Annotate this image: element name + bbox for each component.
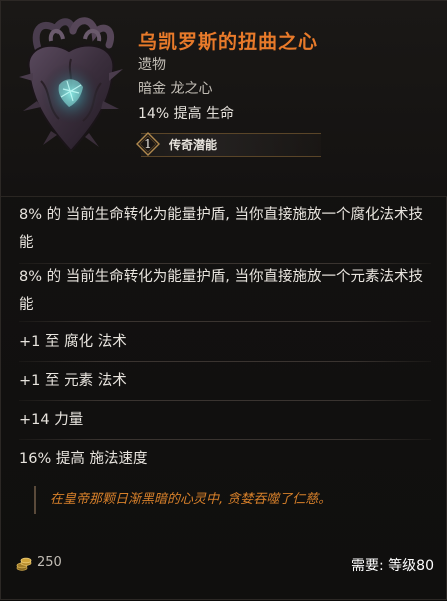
level-requirement-value: 80	[416, 558, 434, 574]
item-name: 乌凯罗斯的扭曲之心	[138, 31, 319, 53]
item-header: 乌凯罗斯的扭曲之心 遗物 暗金 龙之心 14% 提高 生命 1 传奇潜能	[1, 1, 447, 197]
item-subtype: 暗金 龙之心	[138, 81, 213, 97]
legendary-potential: 1 传奇潜能	[131, 131, 331, 157]
lore-text: 在皇帝那颗日渐黑暗的心灵中, 贪婪吞噬了仁慈。	[34, 486, 434, 514]
item-tooltip: 乌凯罗斯的扭曲之心 遗物 暗金 龙之心 14% 提高 生命 1 传奇潜能 8% …	[0, 0, 447, 600]
affix-divider	[19, 361, 431, 362]
affix-line: +1 至 腐化 法术	[19, 334, 127, 350]
affix-line: 16% 提高 施法速度	[19, 451, 148, 467]
affix-line: 8% 的 当前生命转化为能量护盾, 当你直接施放一个元素法术技能	[19, 269, 423, 313]
item-implicit-stat: 14% 提高 生命	[138, 106, 235, 122]
affix-divider	[19, 439, 431, 440]
item-footer: 250 需要: 等级80	[1, 546, 447, 601]
legendary-potential-value: 1	[144, 137, 152, 151]
gold-coins-icon	[16, 557, 32, 571]
level-requirement: 需要: 等级80	[351, 555, 434, 575]
affix-line: +1 至 元素 法术	[19, 373, 127, 389]
affix-divider	[19, 321, 431, 322]
legendary-potential-label: 传奇潜能	[169, 138, 218, 152]
affix-divider	[19, 400, 431, 401]
legendary-potential-bar	[141, 133, 321, 157]
item-type: 遗物	[138, 57, 166, 73]
dragon-heart-icon	[19, 17, 123, 153]
level-requirement-label: 需要: 等级	[351, 558, 417, 574]
gold-value: 250	[37, 555, 62, 570]
affix-line: +14 力量	[19, 412, 84, 428]
affix-line: 8% 的 当前生命转化为能量护盾, 当你直接施放一个腐化法术技能	[19, 207, 423, 251]
